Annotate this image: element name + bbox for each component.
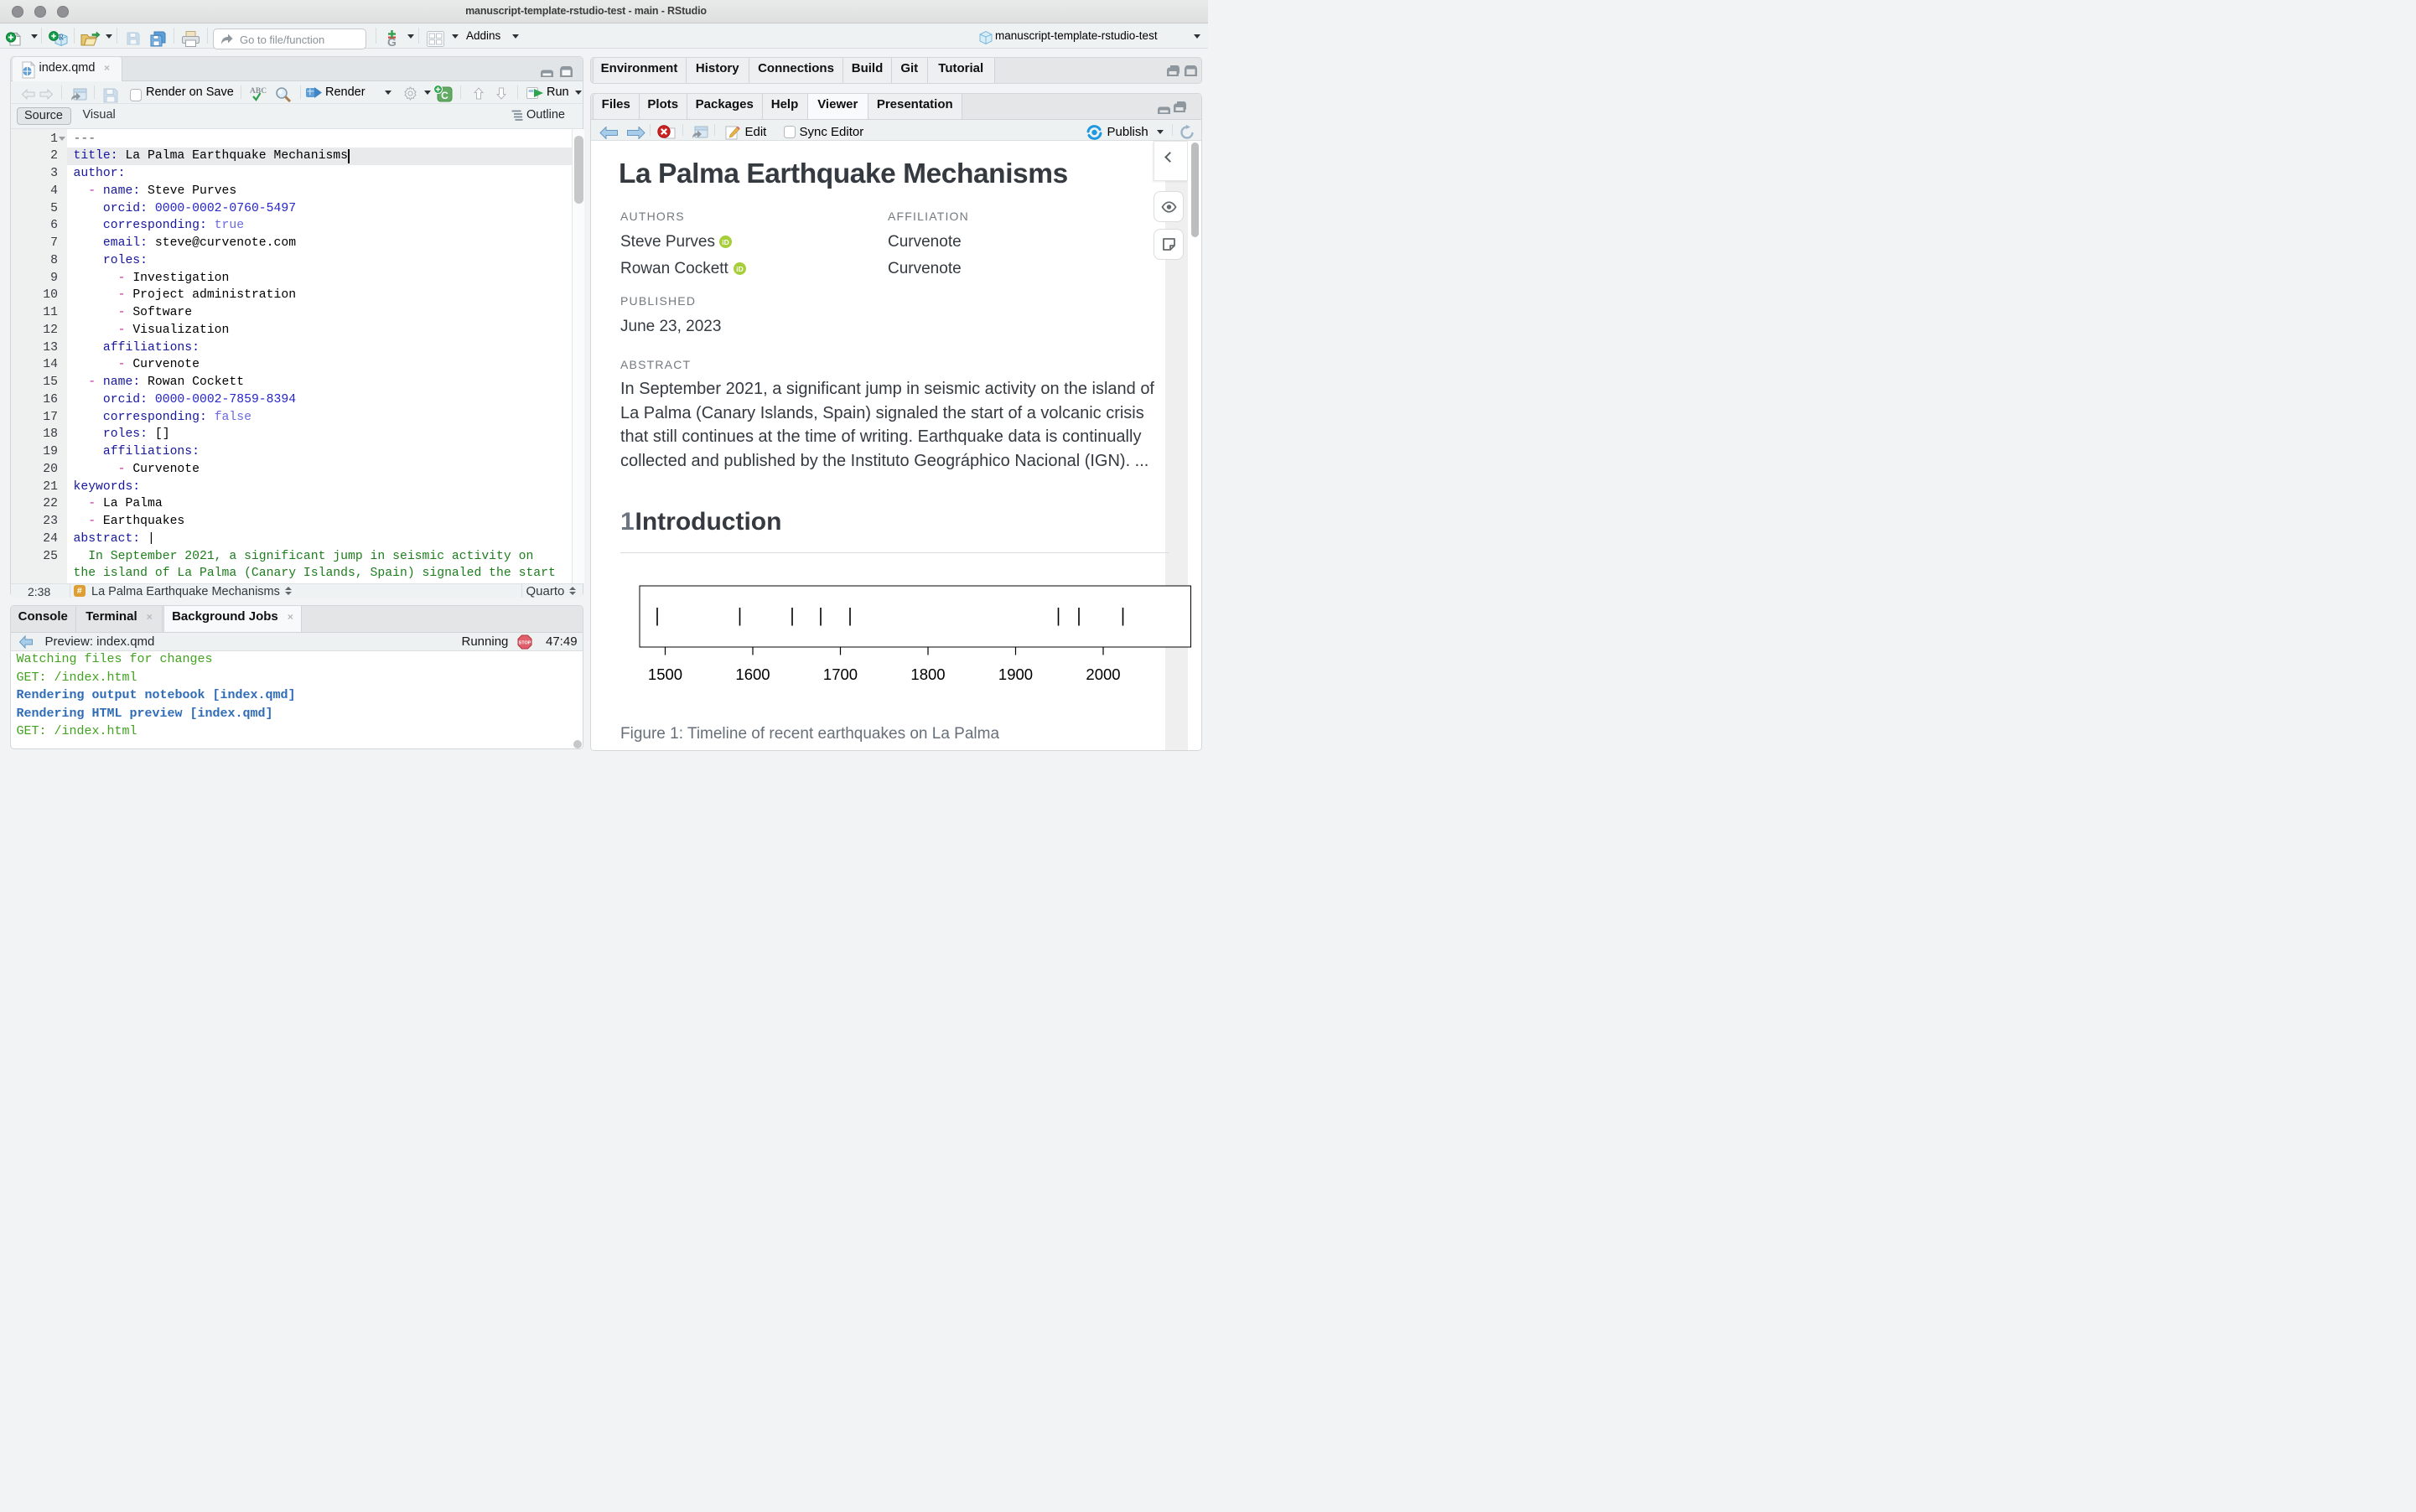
svg-text:1700: 1700 [822, 665, 857, 683]
svg-text:1800: 1800 [910, 665, 945, 683]
svg-text:STOP: STOP [519, 640, 531, 645]
svg-text:ABC: ABC [250, 87, 267, 96]
svg-text:iD: iD [736, 265, 744, 273]
svg-text:1900: 1900 [998, 665, 1032, 683]
svg-text:1600: 1600 [735, 665, 770, 683]
svg-text:1500: 1500 [647, 665, 682, 683]
svg-text:R: R [58, 34, 63, 42]
svg-text:C: C [441, 90, 448, 101]
svg-text:iD: iD [722, 237, 729, 246]
svg-text:2000: 2000 [1086, 665, 1120, 683]
